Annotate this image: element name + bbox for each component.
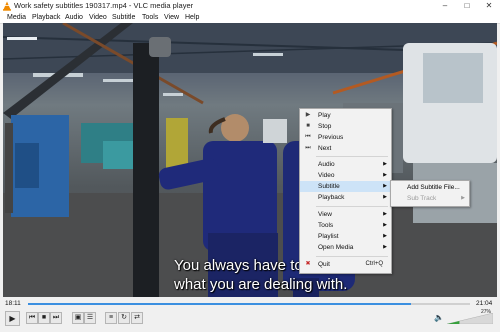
submenu-arrow-icon: ▶ (383, 161, 387, 167)
ctx-view[interactable]: View ▶ (300, 209, 391, 220)
seek-bar-fill (28, 303, 412, 305)
menu-media[interactable]: Media (7, 12, 26, 23)
menu-playback[interactable]: Playback (32, 12, 60, 23)
fullscreen-button[interactable]: ▣ (72, 312, 84, 324)
ctx-next[interactable]: ⏭ Next (300, 143, 391, 154)
quit-icon: ✖ (305, 261, 311, 267)
window-title: Work safety subtitles 190317.mp4 - VLC m… (14, 1, 194, 10)
volume-percent: 27% (481, 309, 492, 315)
stop-button[interactable]: ■ (38, 312, 50, 324)
context-menu: ▶ Play ■ Stop ⏮ Previous ⏭ Next Audio ▶ … (299, 108, 392, 274)
ctx-tools[interactable]: Tools ▶ (300, 220, 391, 231)
ctx-playback-label: Playback (318, 194, 345, 201)
shuffle-icon: ⇄ (134, 314, 140, 321)
play-icon: ▶ (9, 314, 16, 323)
ctx-play-label: Play (318, 112, 331, 119)
sub-track-label: Sub Track (407, 195, 437, 202)
next-icon: ⏭ (305, 145, 311, 151)
ctx-separator (316, 206, 388, 207)
minimize-icon: – (442, 1, 448, 10)
video-area[interactable]: You always have to k what you are dealin… (3, 23, 497, 297)
ctx-next-label: Next (318, 145, 332, 152)
menu-view[interactable]: View (164, 12, 179, 23)
playlist-icon: ≡ (108, 314, 114, 321)
ctx-playlist[interactable]: Playlist ▶ (300, 231, 391, 242)
submenu-arrow-icon: ▶ (461, 195, 465, 201)
equalizer-icon: ☰ (86, 314, 94, 321)
close-button[interactable]: ✕ (478, 0, 500, 12)
close-icon: ✕ (485, 1, 493, 10)
menu-audio[interactable]: Audio (65, 12, 83, 23)
playlist-button[interactable]: ≡ (105, 312, 117, 324)
ctx-play[interactable]: ▶ Play (300, 110, 391, 121)
menu-help[interactable]: Help (185, 12, 199, 23)
ctx-video[interactable]: Video ▶ (300, 170, 391, 181)
menu-tools[interactable]: Tools (142, 12, 158, 23)
total-time: 21:04 (476, 300, 493, 307)
ctx-quit-label: Quit (318, 261, 330, 268)
ctx-playback[interactable]: Playback ▶ (300, 192, 391, 203)
ctx-previous-label: Previous (318, 134, 344, 141)
previous-icon: ⏮ (305, 134, 311, 140)
ctx-separator (316, 156, 388, 157)
maximize-button[interactable]: □ (456, 0, 478, 12)
ctx-audio-label: Audio (318, 161, 335, 168)
ctx-quit[interactable]: ✖ Quit Ctrl+Q (300, 259, 391, 270)
maximize-icon: □ (464, 1, 470, 10)
submenu-arrow-icon: ▶ (383, 211, 387, 217)
submenu-arrow-icon: ▶ (383, 222, 387, 228)
loop-icon: ↻ (121, 314, 127, 321)
ctx-open-media[interactable]: Open Media ▶ (300, 242, 391, 253)
menu-subtitle[interactable]: Subtitle (112, 12, 135, 23)
ctx-quit-shortcut: Ctrl+Q (365, 261, 383, 267)
ctx-view-label: View (318, 211, 332, 218)
menu-video[interactable]: Video (89, 12, 107, 23)
sub-add-subtitle-label: Add Subtitle File... (407, 184, 460, 191)
submenu-arrow-icon: ▶ (383, 183, 387, 189)
submenu-arrow-icon: ▶ (383, 233, 387, 239)
player-controls: 18:11 21:04 ▶ ⏮ ■ ⏭ ▣ ☰ ≡ ↻ ⇄ 🔈 27% (0, 297, 500, 332)
ctx-subtitle[interactable]: Subtitle ▶ (300, 181, 391, 192)
sub-add-subtitle-file[interactable]: Add Subtitle File... (391, 182, 469, 193)
subtitle-line-1: You always have to k (174, 257, 315, 274)
ctx-playlist-label: Playlist (318, 233, 339, 240)
fullscreen-icon: ▣ (74, 314, 82, 321)
minimize-button[interactable]: – (434, 0, 456, 12)
elapsed-time: 18:11 (5, 300, 21, 307)
extended-settings-button[interactable]: ☰ (84, 312, 96, 324)
submenu-arrow-icon: ▶ (383, 194, 387, 200)
ctx-stop-label: Stop (318, 123, 332, 130)
ctx-open-media-label: Open Media (318, 244, 354, 251)
ctx-tools-label: Tools (318, 222, 334, 229)
next-icon: ⏭ (52, 314, 60, 321)
ctx-subtitle-label: Subtitle (318, 183, 340, 190)
ctx-audio[interactable]: Audio ▶ (300, 159, 391, 170)
seek-bar[interactable] (28, 303, 470, 305)
previous-icon: ⏮ (28, 314, 36, 321)
play-button[interactable]: ▶ (5, 311, 20, 326)
sub-track: Sub Track ▶ (391, 193, 469, 204)
ctx-separator (316, 256, 388, 257)
submenu-arrow-icon: ▶ (383, 172, 387, 178)
vlc-cone-icon (3, 1, 11, 11)
ctx-stop[interactable]: ■ Stop (300, 121, 391, 132)
ctx-video-label: Video (318, 172, 335, 179)
stop-icon: ■ (306, 123, 310, 129)
shuffle-button[interactable]: ⇄ (131, 312, 143, 324)
loop-button[interactable]: ↻ (118, 312, 130, 324)
previous-button[interactable]: ⏮ (26, 312, 38, 324)
next-button[interactable]: ⏭ (50, 312, 62, 324)
speaker-icon[interactable]: 🔈 (434, 313, 444, 323)
subtitle-line-2: what you are dealing with. (174, 276, 348, 293)
play-icon: ▶ (305, 112, 311, 118)
submenu-arrow-icon: ▶ (383, 244, 387, 250)
stop-icon: ■ (41, 314, 47, 321)
ctx-previous[interactable]: ⏮ Previous (300, 132, 391, 143)
video-scene (3, 23, 497, 297)
subtitle-submenu: Add Subtitle File... Sub Track ▶ (390, 180, 470, 207)
